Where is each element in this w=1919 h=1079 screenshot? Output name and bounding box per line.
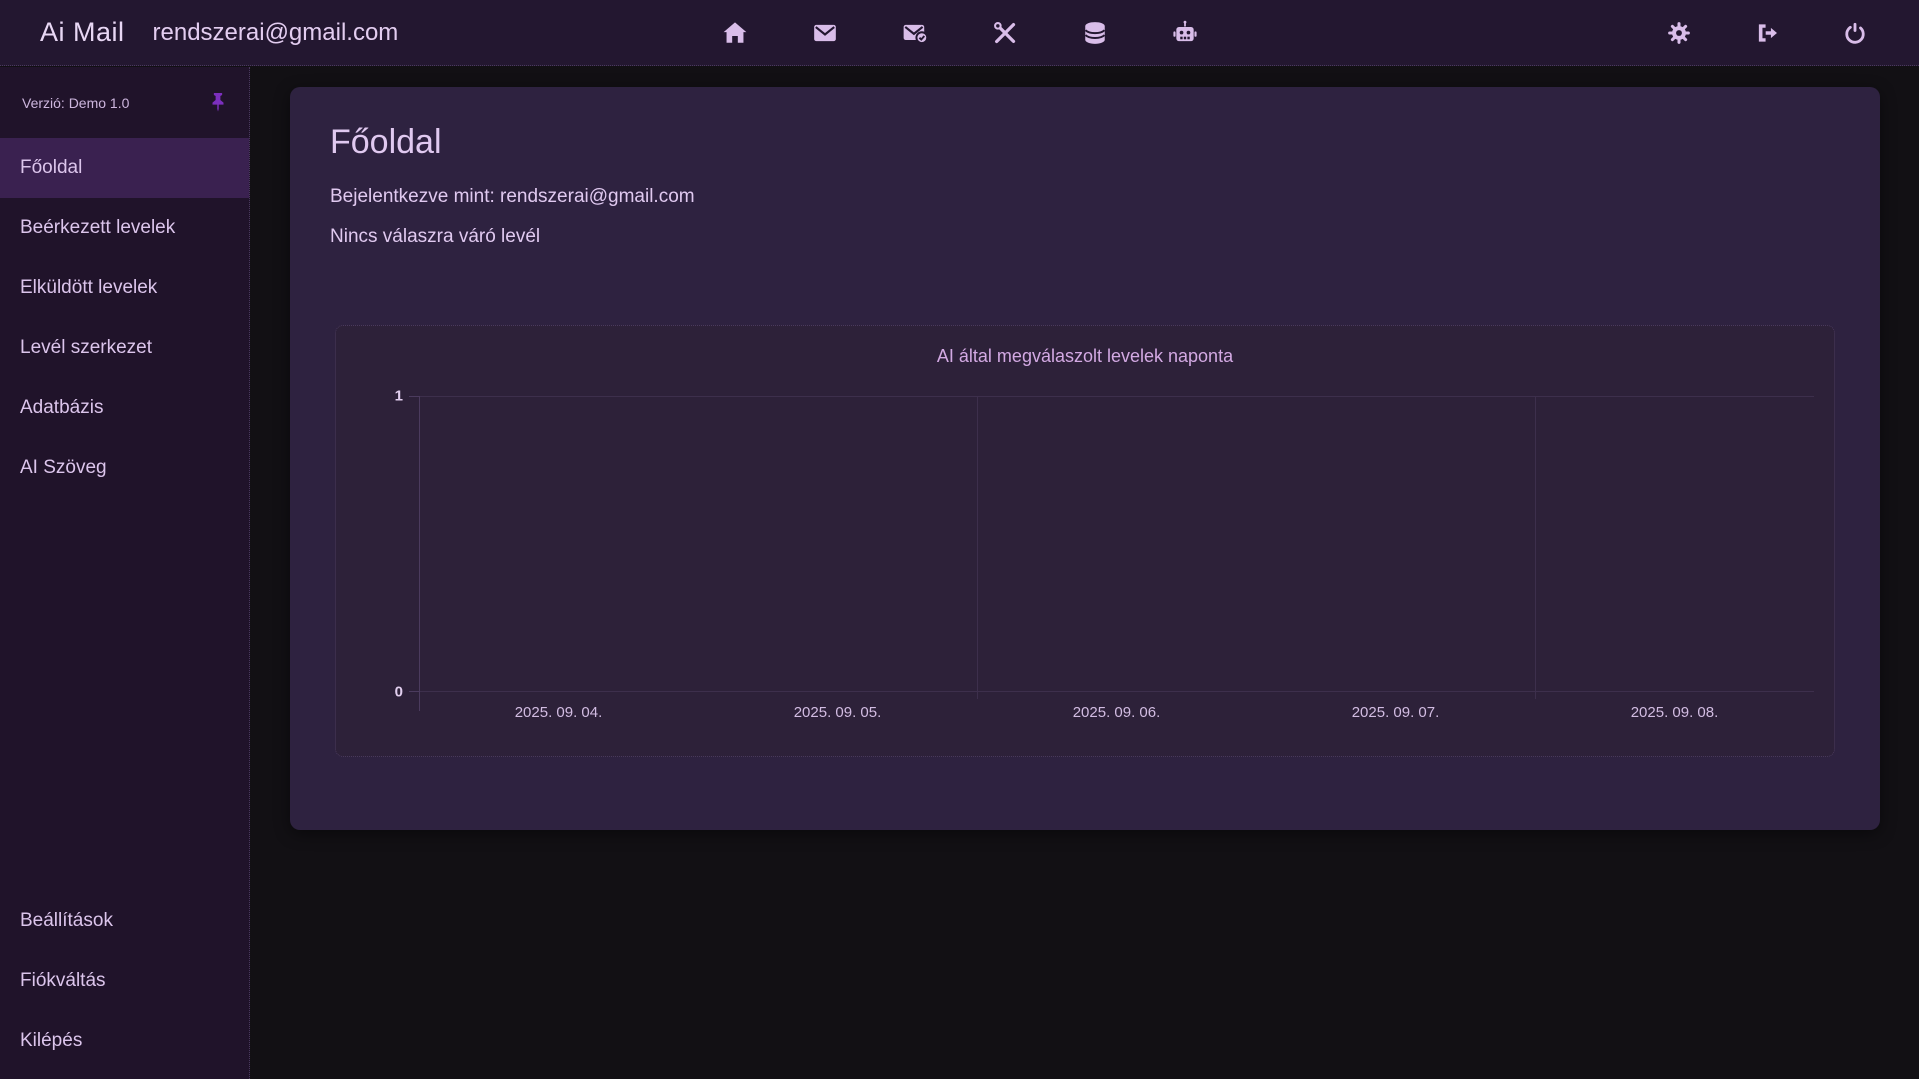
envelope-icon[interactable]: [811, 19, 839, 47]
x-tick-label: 2025. 09. 08.: [1631, 704, 1719, 721]
app-brand: Ai Mail: [40, 17, 125, 48]
sidebar-footer-nav: Beállítások Fiókváltás Kilépés: [0, 891, 249, 1079]
sidebar-item[interactable]: Levél szerkezet: [0, 318, 249, 378]
chart-panel: AI által megválaszolt levelek naponta 1 …: [335, 325, 1835, 757]
sidebar-item[interactable]: Főoldal: [0, 138, 249, 198]
sidebar-footer-item[interactable]: Beállítások: [0, 891, 249, 951]
x-axis-labels: 2025. 09. 04. 2025. 09. 05. 2025. 09. 06…: [419, 704, 1814, 724]
sidebar-item[interactable]: Beérkezett levelek: [0, 198, 249, 258]
tools-icon[interactable]: [991, 19, 1019, 47]
sign-out-icon[interactable]: [1753, 19, 1781, 47]
envelope-check-icon[interactable]: [901, 19, 929, 47]
main-card: Főoldal Bejelentkezve mint: rendszerai@g…: [290, 87, 1880, 830]
y-tick-label-1: 1: [373, 388, 403, 405]
home-icon[interactable]: [721, 19, 749, 47]
account-email: rendszerai@gmail.com: [153, 19, 399, 47]
x-tick-label: 2025. 09. 06.: [1073, 704, 1161, 721]
sidebar: Verzió: Demo 1.0 Főoldal Beérkezett leve…: [0, 67, 250, 1079]
gridline-x40: [977, 396, 978, 699]
database-icon[interactable]: [1081, 19, 1109, 47]
topbar-actions: [1665, 0, 1869, 66]
sidebar-footer-item[interactable]: Kilépés: [0, 1011, 249, 1071]
sidebar-item[interactable]: Elküldött levelek: [0, 258, 249, 318]
sidebar-nav: Főoldal Beérkezett levelek Elküldött lev…: [0, 138, 249, 498]
logged-in-text: Bejelentkezve mint: rendszerai@gmail.com: [330, 186, 1880, 208]
page-title: Főoldal: [330, 123, 1880, 162]
sidebar-item[interactable]: AI Szöveg: [0, 438, 249, 498]
gridline-y1: [419, 396, 1814, 397]
x-tick-label: 2025. 09. 07.: [1352, 704, 1440, 721]
x-tick-label: 2025. 09. 04.: [515, 704, 603, 721]
status-text: Nincs válaszra váró levél: [330, 226, 1880, 248]
version-row: Verzió: Demo 1.0: [0, 67, 249, 138]
topbar: Ai Mail rendszerai@gmail.com: [0, 0, 1919, 66]
y-tick-1: [409, 396, 419, 397]
gear-icon[interactable]: [1665, 19, 1693, 47]
sidebar-item[interactable]: Adatbázis: [0, 378, 249, 438]
version-label: Verzió: Demo 1.0: [22, 95, 129, 111]
sidebar-footer-item[interactable]: Fiókváltás: [0, 951, 249, 1011]
topbar-nav: [721, 0, 1199, 66]
y-tick-label-0: 0: [373, 684, 403, 701]
robot-icon[interactable]: [1171, 19, 1199, 47]
gridline-y0: [419, 691, 1814, 692]
chart-title: AI által megválaszolt levelek naponta: [336, 346, 1834, 367]
power-icon[interactable]: [1841, 19, 1869, 47]
gridline-x80: [1535, 396, 1536, 699]
x-tick-label: 2025. 09. 05.: [794, 704, 882, 721]
thumbtack-icon[interactable]: [207, 91, 231, 115]
y-axis-line: [419, 396, 420, 711]
y-tick-0: [409, 691, 419, 692]
chart-plot-area: 1 0 2025. 09. 04. 2025. 09. 05. 2025. 09…: [419, 396, 1814, 691]
